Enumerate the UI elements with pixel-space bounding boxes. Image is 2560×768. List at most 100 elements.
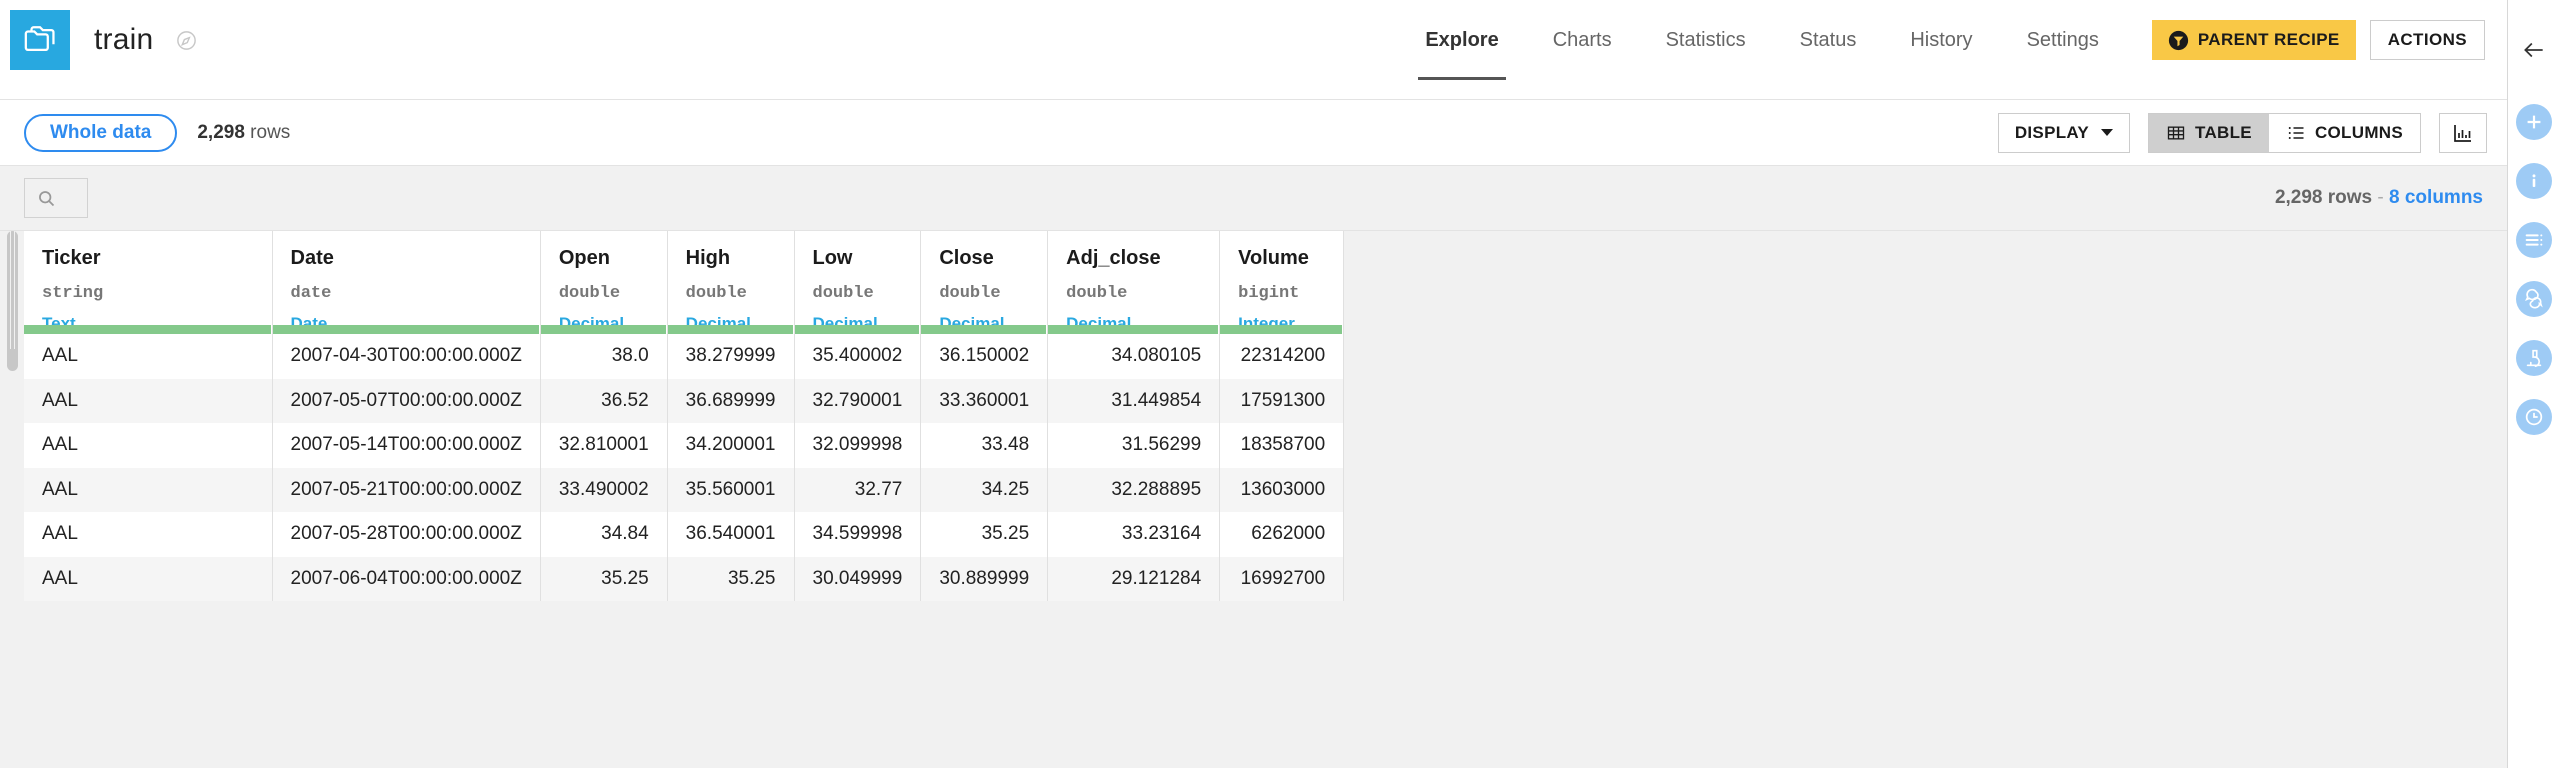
cell-date[interactable]: 2007-04-30T00:00:00.000Z xyxy=(272,334,541,379)
cell-close[interactable]: 33.48 xyxy=(920,423,1049,468)
table-row[interactable]: AAL 2007-05-07T00:00:00.000Z 36.52 36.68999… xyxy=(24,378,1345,423)
column-header-volume[interactable]: Volume bigint Integer xyxy=(1219,231,1345,334)
column-header-close[interactable]: Close double Decimal xyxy=(920,231,1049,334)
cell-low[interactable]: 32.790001 xyxy=(794,378,922,423)
column-header-ticker[interactable]: Ticker string Text xyxy=(24,231,273,334)
column-header-date[interactable]: Date date Date xyxy=(272,231,541,334)
tab-charts[interactable]: Charts xyxy=(1526,0,1639,80)
cell-high[interactable]: 38.279999 xyxy=(667,334,795,379)
cell-ticker[interactable]: AAL xyxy=(24,378,273,423)
column-name: Close xyxy=(939,247,994,269)
cell-open[interactable]: 32.810001 xyxy=(540,423,668,468)
cell-close[interactable]: 33.360001 xyxy=(920,378,1049,423)
cell-open[interactable]: 36.52 xyxy=(540,378,668,423)
cell-open[interactable]: 33.490002 xyxy=(540,467,668,512)
cell-low[interactable]: 35.400002 xyxy=(794,334,922,379)
table-row[interactable]: AAL 2007-05-21T00:00:00.000Z 33.490002 35.5… xyxy=(24,467,1345,512)
cell-low[interactable]: 34.599998 xyxy=(794,512,922,557)
cell-high[interactable]: 34.200001 xyxy=(667,423,795,468)
info-icon[interactable] xyxy=(2516,163,2552,199)
cell-date[interactable]: 2007-05-14T00:00:00.000Z xyxy=(272,423,541,468)
display-dropdown[interactable]: DISPLAY xyxy=(1997,112,2131,153)
data-table-body: AAL 2007-04-30T00:00:00.000Z 38.0 38.279999… xyxy=(24,334,1345,601)
cell-close[interactable]: 36.150002 xyxy=(920,334,1049,379)
cell-close[interactable]: 30.889999 xyxy=(920,556,1049,601)
whole-data-button[interactable]: Whole data xyxy=(24,113,178,152)
cell-low[interactable]: 32.77 xyxy=(794,467,922,512)
actions-button[interactable]: ACTIONS xyxy=(2369,20,2485,60)
cell-adj_close[interactable]: 32.288895 xyxy=(1047,467,1221,512)
column-name: Ticker xyxy=(42,247,101,269)
cell-high[interactable]: 36.540001 xyxy=(667,512,795,557)
view-mode-columns[interactable]: COLUMNS xyxy=(2268,113,2420,152)
tab-explore[interactable]: Explore xyxy=(1398,0,1525,80)
cell-low[interactable]: 30.049999 xyxy=(794,556,922,601)
cell-low[interactable]: 32.099998 xyxy=(794,423,922,468)
cell-adj_close[interactable]: 31.449854 xyxy=(1047,378,1221,423)
cell-ticker[interactable]: AAL xyxy=(24,423,273,468)
column-name: Date xyxy=(290,247,334,269)
main-area: train Explore Charts Statistics Status H… xyxy=(0,0,2507,768)
cell-ticker[interactable]: AAL xyxy=(24,467,273,512)
cell-volume[interactable]: 22314200 xyxy=(1219,334,1345,379)
column-header-adj_close[interactable]: Adj_close double Decimal xyxy=(1047,231,1221,334)
table-row[interactable]: AAL 2007-06-04T00:00:00.000Z 35.25 35.25 30.… xyxy=(24,556,1345,601)
details-list-icon[interactable] xyxy=(2516,222,2552,258)
cell-high[interactable]: 35.25 xyxy=(667,556,795,601)
cell-ticker[interactable]: AAL xyxy=(24,334,273,379)
column-storage-type: double xyxy=(685,284,747,303)
cell-volume[interactable]: 6262000 xyxy=(1219,512,1345,557)
cell-high[interactable]: 35.560001 xyxy=(667,467,795,512)
tab-history[interactable]: History xyxy=(1883,0,1999,80)
vertical-scrollbar[interactable] xyxy=(7,231,18,371)
cell-date[interactable]: 2007-05-28T00:00:00.000Z xyxy=(272,512,541,557)
search-box[interactable] xyxy=(24,178,88,218)
cell-high[interactable]: 36.689999 xyxy=(667,378,795,423)
column-header-open[interactable]: Open double Decimal xyxy=(540,231,668,334)
view-mode-table[interactable]: TABLE xyxy=(2149,113,2269,152)
column-storage-type: date xyxy=(290,284,332,303)
cell-open[interactable]: 34.84 xyxy=(540,512,668,557)
table-row[interactable]: AAL 2007-05-28T00:00:00.000Z 34.84 36.54000… xyxy=(24,512,1345,557)
column-header-high[interactable]: High double Decimal xyxy=(667,231,795,334)
tab-status[interactable]: Status xyxy=(1773,0,1884,80)
compass-icon[interactable] xyxy=(175,29,198,52)
table-row[interactable]: AAL 2007-04-30T00:00:00.000Z 38.0 38.279999… xyxy=(24,334,1345,379)
column-header-low[interactable]: Low double Decimal xyxy=(794,231,922,334)
tab-settings[interactable]: Settings xyxy=(2000,0,2126,80)
timeline-clock-icon[interactable] xyxy=(2516,399,2552,435)
cell-close[interactable]: 35.25 xyxy=(920,512,1049,557)
column-quality-bar xyxy=(794,325,921,334)
cell-ticker[interactable]: AAL xyxy=(24,512,273,557)
data-table-head: Ticker string Text Date date Date Open double De… xyxy=(24,231,1345,334)
cell-adj_close[interactable]: 33.23164 xyxy=(1047,512,1221,557)
meta-dash: - xyxy=(2377,187,2384,208)
cell-volume[interactable]: 18358700 xyxy=(1219,423,1345,468)
column-quality-bar xyxy=(1220,325,1344,334)
column-name: High xyxy=(685,247,731,269)
cell-ticker[interactable]: AAL xyxy=(24,556,273,601)
discussions-icon[interactable] xyxy=(2516,281,2552,317)
cell-volume[interactable]: 16992700 xyxy=(1219,556,1345,601)
table-row[interactable]: AAL 2007-05-14T00:00:00.000Z 32.810001 34.2… xyxy=(24,423,1345,468)
folder-icon[interactable] xyxy=(10,10,70,70)
cell-adj_close[interactable]: 31.56299 xyxy=(1047,423,1221,468)
cell-open[interactable]: 38.0 xyxy=(540,334,668,379)
column-quality-bar xyxy=(540,325,667,334)
cell-date[interactable]: 2007-05-21T00:00:00.000Z xyxy=(272,467,541,512)
arrow-left-icon[interactable] xyxy=(2508,0,2560,100)
add-icon[interactable] xyxy=(2516,104,2552,140)
cell-open[interactable]: 35.25 xyxy=(540,556,668,601)
cell-volume[interactable]: 17591300 xyxy=(1219,378,1345,423)
tab-statistics[interactable]: Statistics xyxy=(1639,0,1773,80)
cell-adj_close[interactable]: 34.080105 xyxy=(1047,334,1221,379)
meta-columns[interactable]: 8 columns xyxy=(2389,187,2483,208)
cell-close[interactable]: 34.25 xyxy=(920,467,1049,512)
parent-recipe-button[interactable]: PARENT RECIPE xyxy=(2151,20,2356,60)
cell-date[interactable]: 2007-06-04T00:00:00.000Z xyxy=(272,556,541,601)
cell-date[interactable]: 2007-05-07T00:00:00.000Z xyxy=(272,378,541,423)
bar-chart-icon[interactable] xyxy=(2439,112,2487,153)
lab-microscope-icon[interactable] xyxy=(2516,340,2552,376)
cell-volume[interactable]: 13603000 xyxy=(1219,467,1345,512)
cell-adj_close[interactable]: 29.121284 xyxy=(1047,556,1221,601)
